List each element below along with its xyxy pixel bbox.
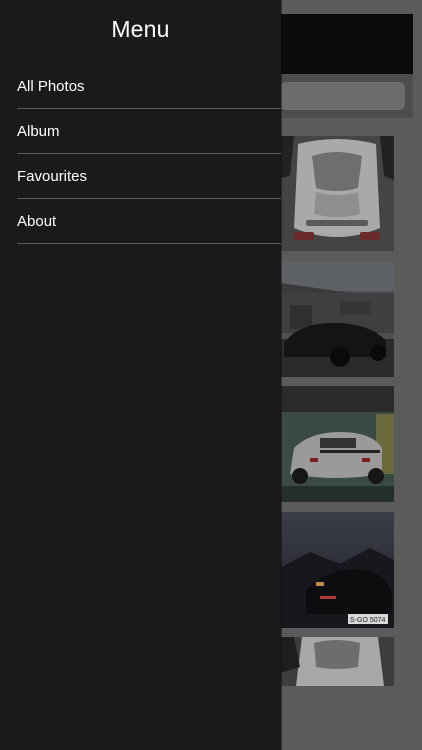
drawer-title: Menu: [111, 16, 170, 42]
photo-thumbnail-4[interactable]: S-GO 5074: [280, 512, 394, 628]
menu-item-label: Album: [17, 122, 60, 140]
menu-item-album[interactable]: Album: [17, 109, 281, 154]
menu-item-all-photos[interactable]: All Photos: [17, 64, 281, 109]
car-photo-image: [280, 261, 394, 377]
license-plate-text: S-GO 5074: [350, 617, 386, 624]
photo-thumbnail-3[interactable]: [280, 386, 394, 502]
search-input[interactable]: [280, 82, 405, 110]
photo-thumbnail-5[interactable]: [280, 637, 394, 686]
car-photo-image: [280, 136, 394, 251]
side-drawer-menu: Menu All Photos Album Favourites About: [0, 0, 281, 750]
car-photo-image: [280, 637, 394, 686]
photo-thumbnail-2[interactable]: [280, 261, 394, 377]
menu-item-label: About: [17, 212, 57, 230]
menu-list: All Photos Album Favourites About: [17, 64, 281, 244]
menu-item-favourites[interactable]: Favourites: [17, 154, 281, 199]
car-photo-image: S-GO 5074: [280, 512, 394, 628]
menu-item-label: Favourites: [17, 167, 88, 185]
menu-item-label: All Photos: [17, 77, 85, 95]
photo-thumbnail-1[interactable]: [280, 136, 394, 251]
screen: S-GO 5074 Menu All Photos Album Favourit…: [0, 0, 422, 750]
car-photo-image: [280, 386, 394, 502]
menu-item-about[interactable]: About: [17, 199, 281, 244]
